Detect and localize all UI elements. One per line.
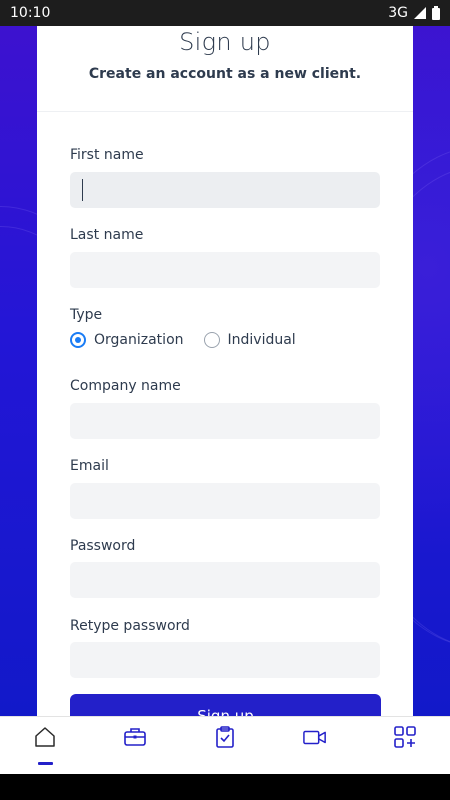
- radio-organization-label: Organization: [94, 332, 184, 348]
- page-subtitle: Create an account as a new client.: [88, 66, 362, 82]
- card-header: Sign up Create an account as a new clien…: [37, 26, 413, 112]
- apps-add-icon: [394, 726, 416, 748]
- nav-video[interactable]: [270, 717, 360, 775]
- radio-organization-indicator[interactable]: [70, 332, 86, 348]
- first-name-field[interactable]: [70, 172, 380, 208]
- nav-tasks[interactable]: [180, 717, 270, 775]
- system-navigation-bar: [0, 774, 450, 800]
- retype-password-label: Retype password: [70, 618, 190, 634]
- signal-icon: [414, 7, 426, 19]
- network-type: 3G: [388, 5, 408, 21]
- radio-organization[interactable]: Organization: [70, 332, 184, 348]
- type-radio-group: Organization Individual: [70, 332, 316, 348]
- email-field[interactable]: [70, 483, 380, 519]
- briefcase-icon: [124, 728, 146, 746]
- nav-briefcase[interactable]: [90, 717, 180, 775]
- bottom-nav: [0, 716, 450, 775]
- radio-individual[interactable]: Individual: [203, 332, 296, 348]
- password-field[interactable]: [70, 562, 380, 598]
- last-name-field[interactable]: [70, 252, 380, 288]
- clipboard-check-icon: [216, 726, 234, 748]
- battery-icon: [432, 6, 440, 20]
- company-name-label: Company name: [70, 378, 181, 394]
- radio-individual-label: Individual: [227, 332, 296, 348]
- nav-home[interactable]: [0, 717, 90, 775]
- video-camera-icon: [303, 730, 326, 745]
- status-icons: 3G: [388, 5, 440, 21]
- type-label: Type: [70, 307, 103, 323]
- retype-password-field[interactable]: [70, 642, 380, 678]
- last-name-label: Last name: [70, 227, 144, 243]
- home-icon: [35, 727, 55, 747]
- email-label: Email: [70, 458, 109, 474]
- nav-active-indicator: [38, 762, 53, 765]
- text-caret: [82, 179, 83, 201]
- nav-apps[interactable]: [360, 717, 450, 775]
- signup-card: Sign up Create an account as a new clien…: [37, 26, 413, 716]
- company-name-field[interactable]: [70, 403, 380, 439]
- status-bar: 10:10 3G: [0, 0, 450, 26]
- sign-up-button[interactable]: Sign up: [70, 694, 381, 716]
- password-label: Password: [70, 538, 136, 554]
- page-title: Sign up: [179, 28, 271, 56]
- status-time: 10:10: [10, 5, 51, 21]
- first-name-label: First name: [70, 147, 144, 163]
- radio-individual-indicator[interactable]: [203, 332, 220, 348]
